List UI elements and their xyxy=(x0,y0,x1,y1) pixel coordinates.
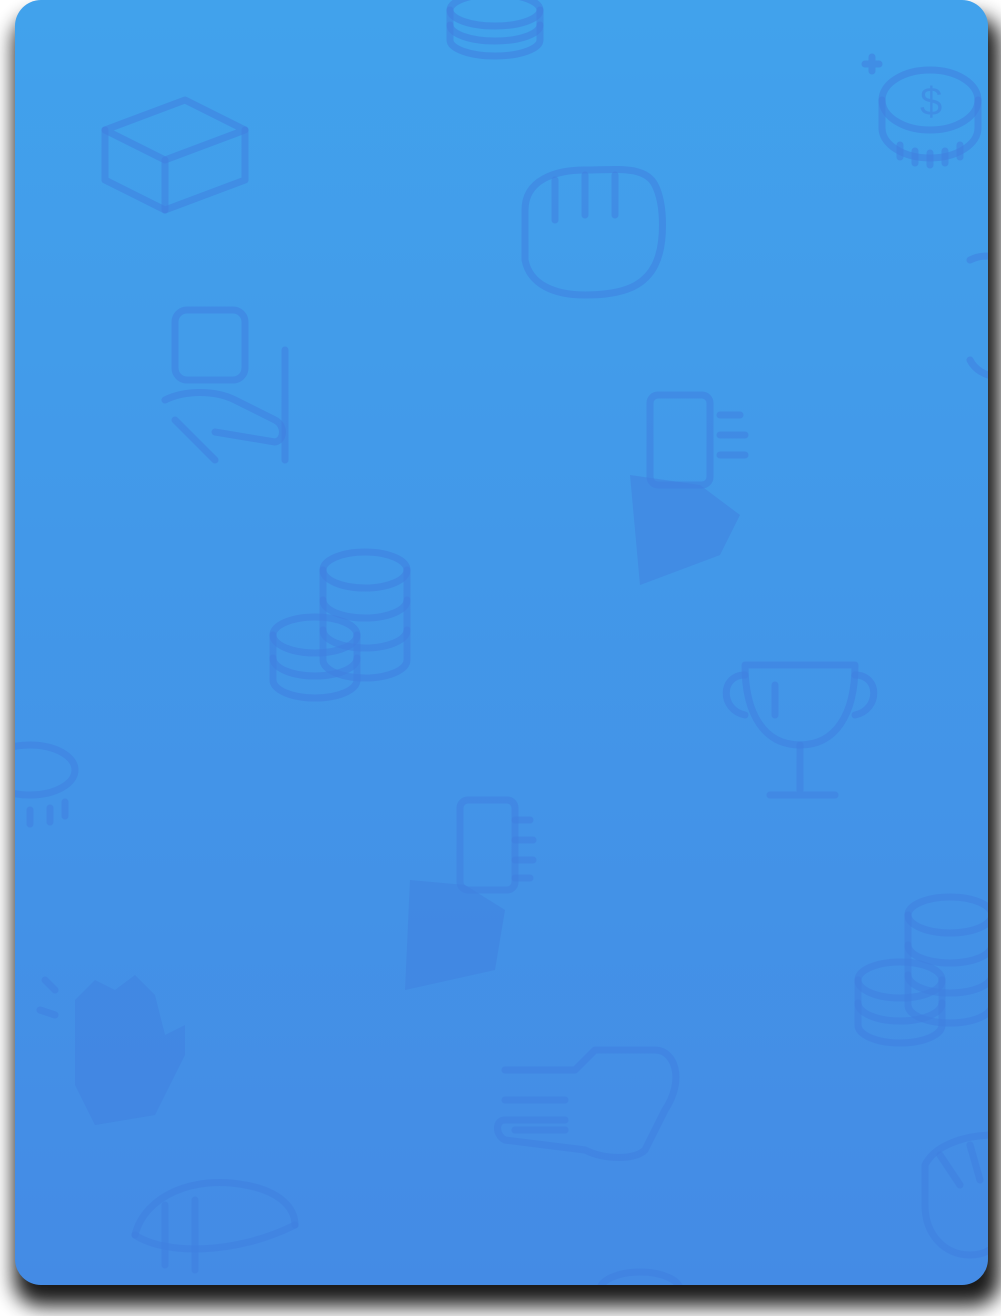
coin-partial-icon xyxy=(597,1268,683,1285)
phone-in-hand-icon xyxy=(405,796,537,990)
hand-partial-icon xyxy=(966,252,988,379)
trophy-icon xyxy=(722,661,878,799)
pointing-hand-icon xyxy=(494,1046,680,1161)
phone-in-hand-icon xyxy=(630,391,749,585)
waving-hands-icon xyxy=(36,975,185,1125)
stage: $ xyxy=(0,0,1001,1316)
background-icon-pattern: $ xyxy=(15,0,988,1285)
hand-holding-icon xyxy=(161,306,289,464)
coin-stack-icon xyxy=(269,548,411,702)
coin-partial-icon xyxy=(15,741,79,828)
gift-box-icon xyxy=(101,96,249,214)
fist-icon xyxy=(521,165,666,299)
fist-icon xyxy=(921,1131,988,1259)
coin-with-dollar-icon: $ xyxy=(861,53,982,169)
blank-card[interactable]: $ xyxy=(15,0,988,1285)
coin-stack-icon xyxy=(446,0,544,60)
svg-text:$: $ xyxy=(920,80,942,124)
coin-stack-icon xyxy=(854,893,988,1047)
medal-cup-icon xyxy=(131,1178,299,1274)
